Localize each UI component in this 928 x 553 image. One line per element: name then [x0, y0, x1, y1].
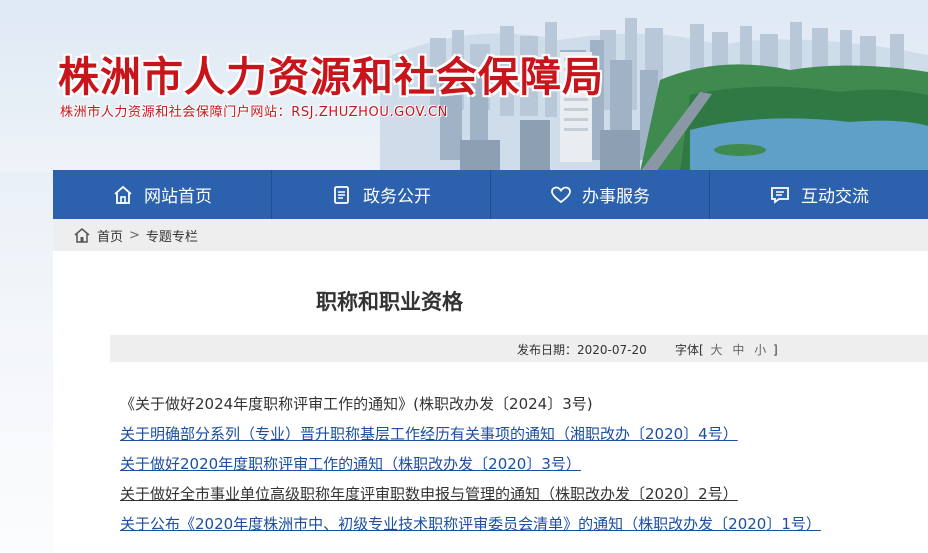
font-size-label: 字体[ [675, 343, 704, 357]
home-icon [74, 228, 90, 243]
document-icon [334, 185, 349, 204]
breadcrumb-current-link[interactable]: 专题专栏 [146, 226, 198, 245]
main-nav: 网站首页 政务公开 办事服务 互动交流 [53, 170, 928, 219]
document-list: 《关于做好2024年度职称评审工作的通知》(株职改办发〔2024〕3号) 关于明… [120, 393, 821, 543]
nav-item-affairs[interactable]: 政务公开 [272, 170, 491, 219]
font-size-control: 字体[ 大 中 小 ] [675, 341, 778, 358]
font-size-large-button[interactable]: 大 [711, 343, 723, 357]
site-title: 株洲市人力资源和社会保障局 [58, 53, 604, 101]
chat-icon [771, 186, 789, 204]
list-item: 关于公布《2020年度株洲市中、初级专业技术职称评审委员会清单》的通知（株职改办… [120, 513, 821, 543]
font-size-small-button[interactable]: 小 [754, 343, 766, 357]
nav-item-home[interactable]: 网站首页 [53, 170, 272, 219]
nav-item-services[interactable]: 办事服务 [491, 170, 710, 219]
side-background [0, 172, 53, 553]
heart-icon [551, 186, 571, 203]
document-link[interactable]: 《关于做好2024年度职称评审工作的通知》(株职改办发〔2024〕3号) [120, 395, 593, 413]
document-link[interactable]: 关于做好2020年度职称评审工作的通知（株职改办发〔2020〕3号） [120, 455, 581, 473]
list-item: 关于做好2020年度职称评审工作的通知（株职改办发〔2020〕3号） [120, 453, 821, 483]
list-item: 关于做好全市事业单位高级职称年度评审职数申报与管理的通知（株职改办发〔2020〕… [120, 483, 821, 513]
article-meta-bar: 发布日期：2020-07-20 字体[ 大 中 小 ] [110, 335, 928, 362]
breadcrumb-separator: > [129, 227, 140, 243]
publish-date: 发布日期：2020-07-20 [517, 343, 647, 357]
site-subtitle: 株洲市人力资源和社会保障门户网站：RSJ.ZHUZHOU.GOV.CN [60, 105, 449, 120]
document-link[interactable]: 关于明确部分系列（专业）晋升职称基层工作经历有关事项的通知（湘职改办〔2020〕… [120, 425, 738, 443]
page-title: 职称和职业资格 [316, 290, 463, 314]
font-size-close: ] [773, 343, 778, 357]
header-banner: 株洲市人力资源和社会保障局 株洲市人力资源和社会保障门户网站：RSJ.ZHUZH… [0, 0, 928, 172]
nav-item-interaction[interactable]: 互动交流 [710, 170, 928, 219]
nav-item-label: 网站首页 [144, 187, 212, 207]
document-link[interactable]: 关于做好全市事业单位高级职称年度评审职数申报与管理的通知（株职改办发〔2020〕… [120, 485, 738, 503]
nav-item-label: 政务公开 [363, 187, 431, 207]
list-item: 关于明确部分系列（专业）晋升职称基层工作经历有关事项的通知（湘职改办〔2020〕… [120, 423, 821, 453]
home-icon [114, 185, 132, 204]
nav-item-label: 办事服务 [582, 187, 650, 207]
font-size-medium-button[interactable]: 中 [732, 343, 744, 357]
breadcrumb: 首页 > 专题专栏 [53, 219, 928, 251]
document-link[interactable]: 关于公布《2020年度株洲市中、初级专业技术职称评审委员会清单》的通知（株职改办… [120, 515, 821, 533]
list-item: 《关于做好2024年度职称评审工作的通知》(株职改办发〔2024〕3号) [120, 393, 821, 423]
breadcrumb-home-link[interactable]: 首页 [97, 226, 123, 245]
nav-item-label: 互动交流 [801, 187, 869, 207]
